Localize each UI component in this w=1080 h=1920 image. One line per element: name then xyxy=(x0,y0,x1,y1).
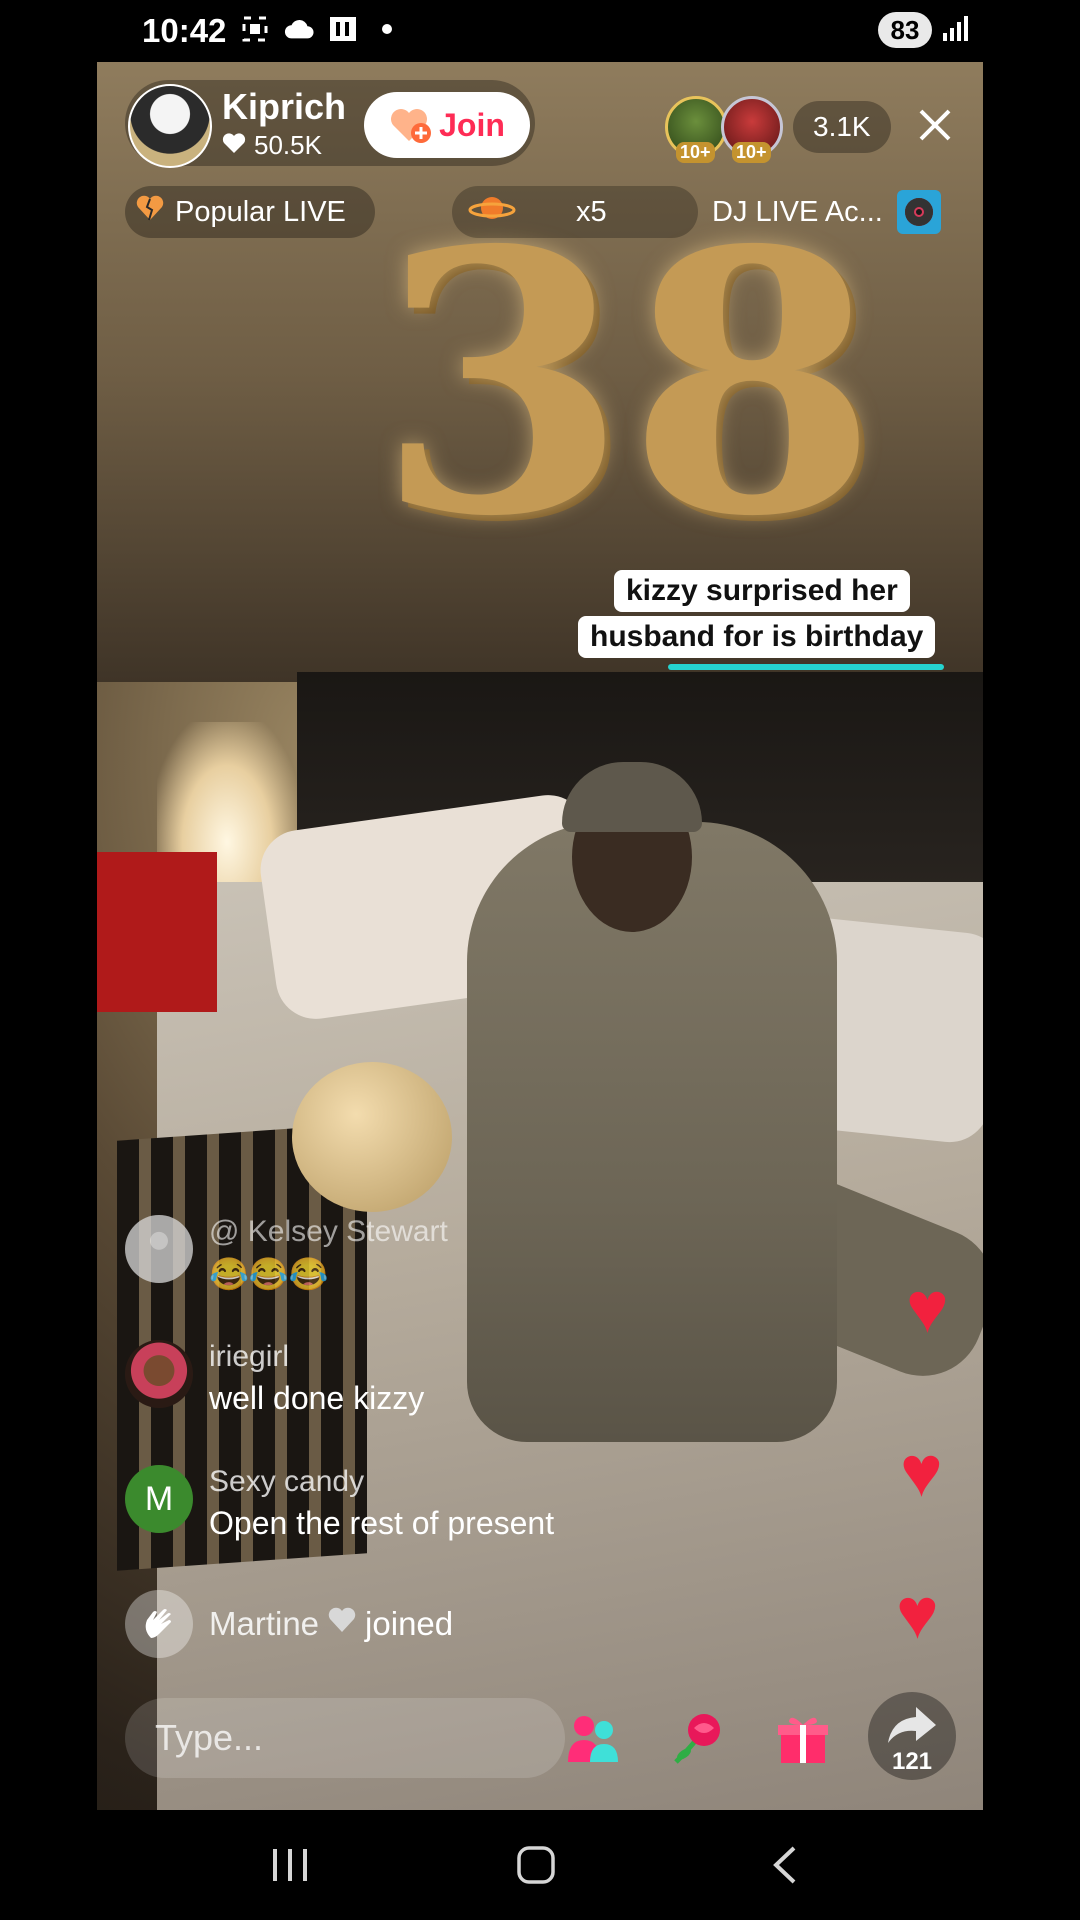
host-name[interactable]: Kiprich xyxy=(222,86,346,128)
wave-icon xyxy=(125,1590,193,1658)
heart-icon xyxy=(222,130,246,161)
comment-username[interactable]: Sexy candy xyxy=(209,1465,554,1499)
host-likes: 50.5K xyxy=(222,130,322,161)
multiplier-label: x5 xyxy=(576,195,607,228)
join-button[interactable]: Join xyxy=(364,92,530,158)
gold-balloon xyxy=(292,1062,452,1212)
back-button[interactable] xyxy=(745,1830,825,1900)
top-viewers[interactable]: 10+ 10+ 3.1K xyxy=(665,96,891,163)
turntable-icon xyxy=(896,190,941,234)
caption-underline xyxy=(668,664,944,670)
broken-heart-icon xyxy=(135,194,165,230)
joined-notice: Martine joined xyxy=(125,1590,453,1658)
gift-button[interactable] xyxy=(770,1708,836,1774)
viewer-badge: 10+ xyxy=(676,142,715,163)
cloud-icon xyxy=(284,14,314,44)
people-icon xyxy=(564,1712,622,1771)
recent-apps-button[interactable] xyxy=(250,1830,330,1900)
dot-icon xyxy=(372,14,402,44)
heart-plus-icon xyxy=(389,105,433,145)
sim-icon xyxy=(328,14,358,44)
floating-heart-icon: ♥ xyxy=(900,1432,943,1512)
close-button[interactable] xyxy=(910,100,960,150)
comment-item[interactable]: M Sexy candy Open the rest of present xyxy=(125,1465,554,1542)
joined-username[interactable]: Martine xyxy=(209,1605,319,1643)
share-count: 121 xyxy=(891,1748,933,1775)
home-button[interactable] xyxy=(496,1830,576,1900)
comment-item[interactable]: @ Kelsey Stewart 😂😂😂 xyxy=(125,1215,448,1293)
red-gift-box xyxy=(97,852,217,1012)
comment-text: well done kizzy xyxy=(209,1380,425,1416)
multi-guest-button[interactable] xyxy=(560,1708,626,1774)
caption-sticker: kizzy surprised her husband for is birth… xyxy=(578,570,958,670)
share-button[interactable]: 121 xyxy=(868,1692,956,1780)
comment-text: Open the rest of present xyxy=(209,1505,555,1541)
live-video[interactable]: 38 xyxy=(97,62,983,1810)
default-avatar-icon[interactable] xyxy=(125,1215,193,1283)
joined-action: joined xyxy=(365,1605,454,1642)
rose-icon xyxy=(668,1710,728,1773)
likes-count: 50.5K xyxy=(254,130,322,160)
comment-username[interactable]: iriegirl xyxy=(209,1340,424,1374)
floating-heart-icon: ♥ xyxy=(896,1574,939,1654)
white-heart-icon xyxy=(327,1606,357,1642)
rose-gift-button[interactable] xyxy=(665,1708,731,1774)
notification-icons xyxy=(240,14,402,44)
host-avatar[interactable] xyxy=(128,84,212,168)
comment-username[interactable]: @ Kelsey Stewart xyxy=(209,1215,448,1249)
battery-indicator: 83 xyxy=(878,12,932,48)
popular-live-chip[interactable]: Popular LIVE xyxy=(125,186,375,238)
screenshot-icon xyxy=(240,14,270,44)
dj-live-label: DJ LIVE Ac... xyxy=(712,195,883,228)
navigation-bar xyxy=(0,1810,1080,1920)
join-label: Join xyxy=(439,106,505,143)
status-bar: 10:42 83 xyxy=(0,0,1080,62)
comment-input[interactable] xyxy=(125,1698,565,1778)
popular-live-label: Popular LIVE xyxy=(175,195,346,228)
clock: 10:42 xyxy=(142,12,227,49)
planet-icon xyxy=(468,191,516,233)
caption-line: husband for is birthday xyxy=(578,616,936,658)
viewer-avatar[interactable]: 10+ xyxy=(721,96,783,163)
floating-heart-icon: ♥ xyxy=(906,1268,949,1348)
signal-icon xyxy=(940,14,970,44)
comment-text: 😂😂😂 xyxy=(209,1256,329,1292)
comment-item[interactable]: iriegirl well done kizzy xyxy=(125,1340,424,1417)
viewer-avatar[interactable]: 10+ xyxy=(665,96,727,163)
caption-line: kizzy surprised her xyxy=(614,570,910,612)
letter-avatar[interactable]: M xyxy=(125,1465,193,1533)
dj-live-chip[interactable]: DJ LIVE Ac... xyxy=(700,186,962,238)
viewer-badge: 10+ xyxy=(732,142,771,163)
viewer-count[interactable]: 3.1K xyxy=(793,101,891,153)
user-avatar[interactable] xyxy=(125,1340,193,1408)
gift-icon xyxy=(775,1711,831,1772)
planet-chip[interactable]: x5 xyxy=(452,186,698,238)
